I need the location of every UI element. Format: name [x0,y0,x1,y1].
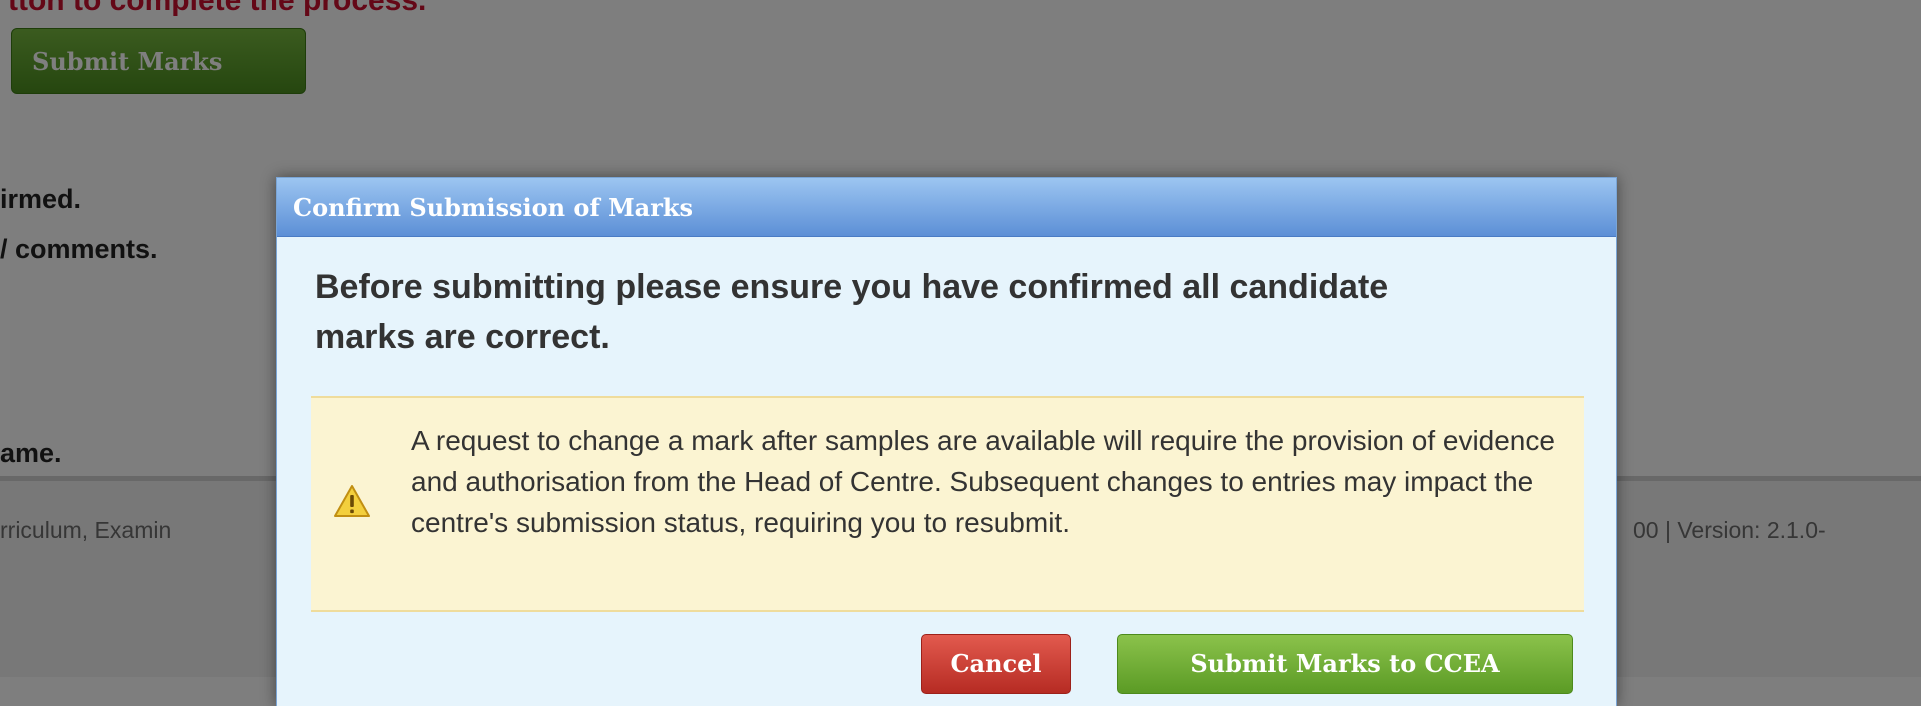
dialog-message: Before submitting please ensure you have… [315,268,1389,356]
warning-text: A request to change a mark after samples… [411,425,1555,538]
cancel-button[interactable]: Cancel [921,634,1071,694]
warning-box: A request to change a mark after samples… [311,396,1584,612]
confirm-submission-dialog: Confirm Submission of Marks Before submi… [276,177,1617,706]
warning-icon [334,485,370,517]
submit-marks-to-ccea-button[interactable]: Submit Marks to CCEA [1117,634,1573,694]
dialog-title: Confirm Submission of Marks [293,193,694,222]
dialog-titlebar[interactable]: Confirm Submission of Marks [277,178,1616,237]
